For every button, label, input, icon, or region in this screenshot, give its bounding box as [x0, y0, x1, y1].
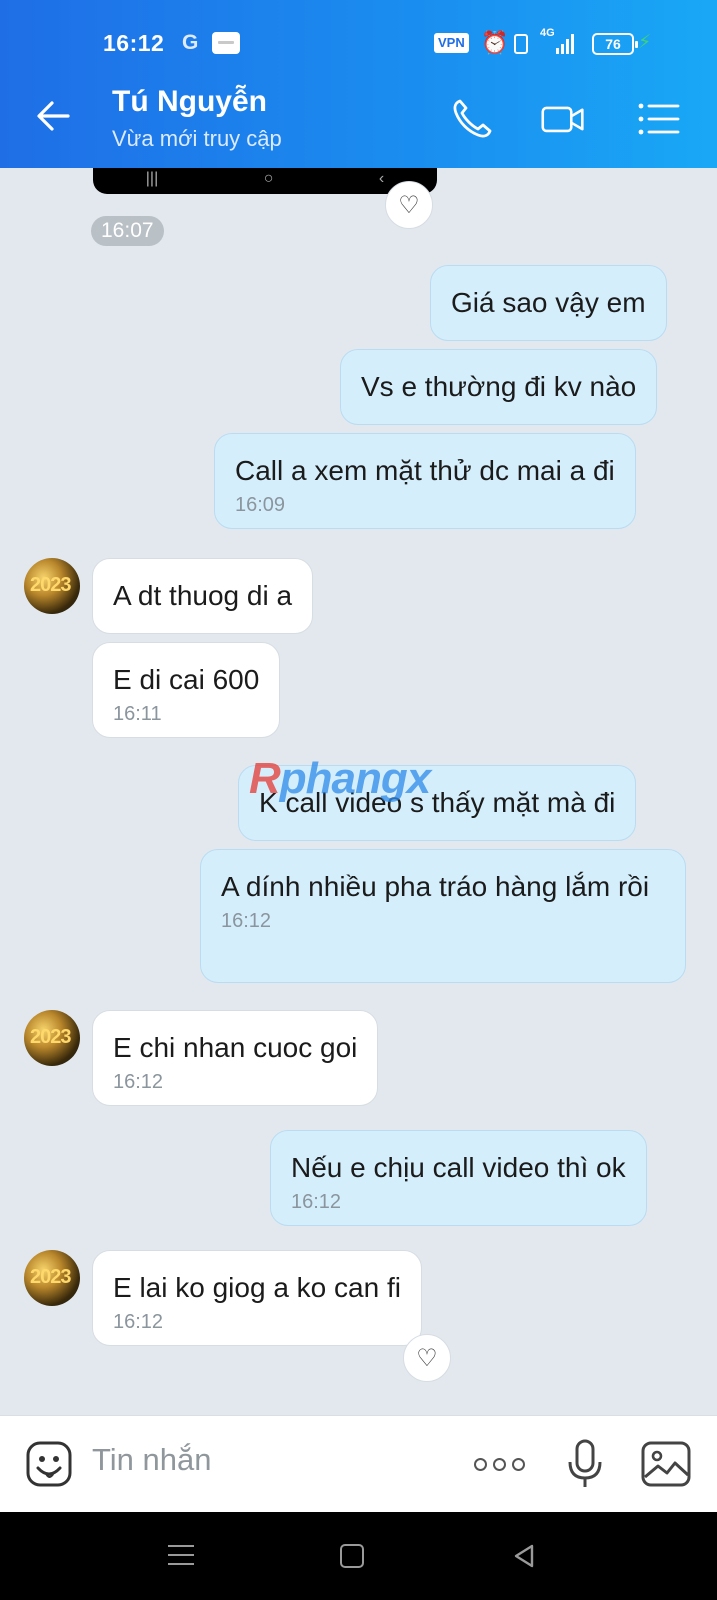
vibrate-icon	[514, 34, 528, 54]
menu-list-icon[interactable]	[636, 96, 682, 142]
recent-apps-button[interactable]	[168, 1545, 194, 1567]
message-outgoing[interactable]: Call a xem mặt thử dc mai a đi 16:09	[214, 433, 636, 529]
avatar-text: 2023	[30, 574, 71, 596]
battery-icon: 76	[592, 33, 638, 55]
message-time: 16:09	[235, 494, 286, 516]
chat-header: Tú Nguyễn Vừa mới truy cập	[0, 72, 717, 168]
message-outgoing[interactable]: A dính nhiều pha tráo hàng lắm rồi 16:12	[200, 849, 686, 983]
contact-avatar[interactable]: 2023	[24, 1010, 80, 1066]
avatar-text: 2023	[30, 1026, 71, 1048]
heart-react-icon[interactable]: ♡	[403, 1334, 451, 1382]
message-incoming[interactable]: E lai ko giog a ko can fi 16:12	[92, 1250, 422, 1346]
message-text: Nếu e chịu call video thì ok	[291, 1152, 626, 1183]
message-outgoing[interactable]: K call video s thấy mặt mà đi	[238, 765, 637, 841]
message-outgoing[interactable]: Nếu e chịu call video thì ok 16:12	[270, 1130, 647, 1226]
status-time: 16:12	[103, 30, 165, 56]
message-input[interactable]: Tin nhắn	[92, 1442, 212, 1478]
message-text: E di cai 600	[113, 664, 260, 695]
message-text: Giá sao vậy em	[451, 287, 646, 318]
message-text: A dt thuog di a	[113, 580, 293, 611]
image-icon[interactable]	[641, 1441, 691, 1487]
message-text: Vs e thường đi kv nào	[361, 371, 637, 402]
google-icon: G	[182, 31, 199, 54]
battery-level: 76	[605, 36, 621, 52]
contact-avatar[interactable]: 2023	[24, 1250, 80, 1306]
phone-icon[interactable]	[449, 96, 495, 142]
signal-icon	[556, 34, 574, 54]
network-type: 4G	[540, 27, 555, 39]
avatar-text: 2023	[30, 1266, 71, 1288]
message-incoming[interactable]: E chi nhan cuoc goi 16:12	[92, 1010, 379, 1106]
video-call-icon[interactable]	[540, 96, 586, 142]
message-time: 16:12	[113, 1071, 164, 1093]
message-text: E lai ko giog a ko can fi	[113, 1272, 401, 1303]
message-incoming[interactable]: E di cai 600 16:11	[92, 642, 281, 738]
emoji-icon[interactable]	[25, 1440, 73, 1488]
system-nav-bar	[0, 1512, 717, 1600]
contact-avatar[interactable]: 2023	[24, 558, 80, 614]
message-text: E chi nhan cuoc goi	[113, 1032, 358, 1063]
notification-app-icon	[212, 32, 240, 54]
alarm-icon: ⏰	[481, 30, 509, 55]
more-icon[interactable]	[474, 1458, 525, 1471]
heart-react-icon[interactable]: ♡	[385, 181, 433, 229]
message-time: 16:12	[113, 1311, 164, 1333]
status-bar: 16:12 G VPN ⏰ 4G 76 ⚡	[0, 0, 717, 72]
home-button[interactable]	[340, 1544, 364, 1568]
message-time: 16:11	[113, 703, 162, 725]
time-divider: 16:07	[91, 216, 164, 246]
back-arrow-icon[interactable]	[34, 96, 74, 136]
message-time: 16:12	[221, 910, 272, 932]
shared-screenshot[interactable]: ||| ○ ‹	[93, 168, 437, 194]
system-back-button[interactable]	[510, 1542, 538, 1570]
message-incoming[interactable]: A dt thuog di a	[92, 558, 314, 634]
message-text: Call a xem mặt thử dc mai a đi	[235, 455, 615, 486]
mic-icon[interactable]	[566, 1438, 604, 1490]
message-outgoing[interactable]: Giá sao vậy em	[430, 265, 667, 341]
message-outgoing[interactable]: Vs e thường đi kv nào	[340, 349, 658, 425]
contact-name[interactable]: Tú Nguyễn	[112, 85, 267, 119]
message-text: K call video s thấy mặt mà đi	[259, 787, 616, 818]
message-composer: Tin nhắn	[0, 1415, 717, 1512]
chat-area[interactable]: ||| ○ ‹ ♡ 16:07 Giá sao vậy em Vs e thường…	[0, 168, 717, 1415]
charging-icon: ⚡	[638, 32, 652, 53]
message-text: A dính nhiều pha tráo hàng lắm rồi	[221, 871, 650, 902]
top-bar: 16:12 G VPN ⏰ 4G 76 ⚡ Tú Nguyễn Vừa mới …	[0, 0, 717, 168]
message-time: 16:12	[291, 1191, 342, 1213]
vpn-badge: VPN	[434, 33, 469, 53]
presence-status: Vừa mới truy cập	[112, 126, 282, 151]
